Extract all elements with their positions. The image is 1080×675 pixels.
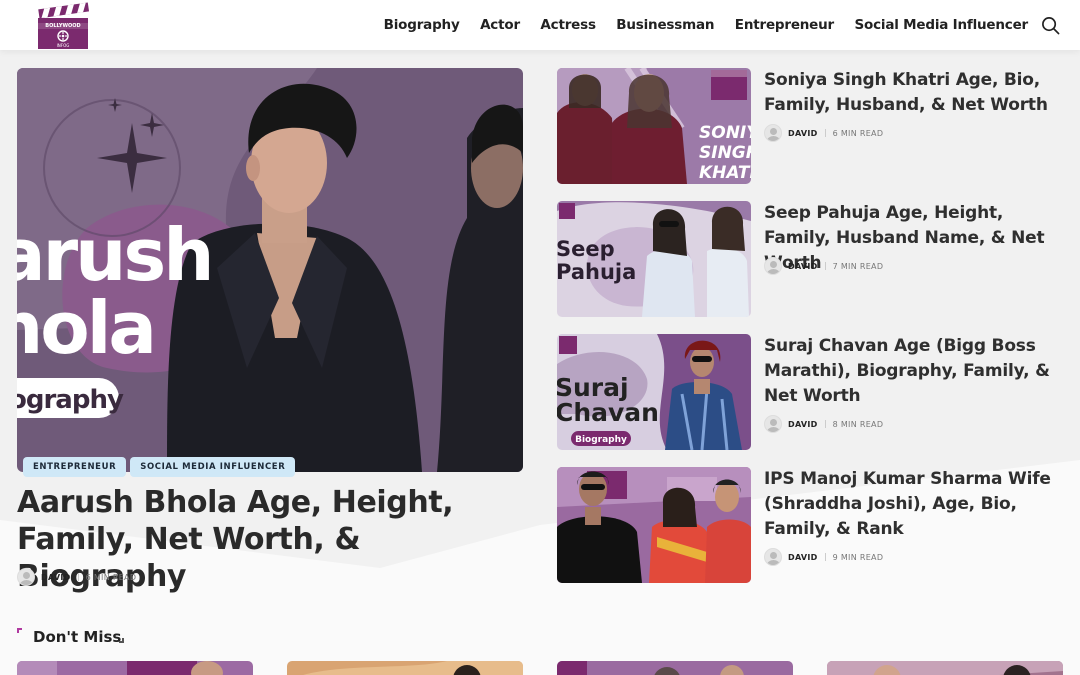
dont-miss-card-thumbnail[interactable] bbox=[17, 661, 253, 675]
svg-text:BOLLYWOOD: BOLLYWOOD bbox=[45, 23, 80, 29]
post-thumbnail[interactable]: Seep Pahuja bbox=[557, 201, 751, 317]
list-item: SONIYA SINGH KHATRI Soniya Singh Khatri … bbox=[557, 68, 1067, 185]
post-thumbnail[interactable]: Suraj Chavan Biography bbox=[557, 334, 751, 450]
author-avatar[interactable] bbox=[764, 257, 782, 275]
section-heading-dont-miss: Don't Miss bbox=[17, 628, 124, 646]
author-avatar[interactable] bbox=[764, 415, 782, 433]
read-time: 9 MIN READ bbox=[832, 552, 884, 562]
author-name[interactable]: DAVID bbox=[788, 420, 818, 429]
read-time: 7 MIN READ bbox=[832, 261, 884, 271]
meta-divider bbox=[824, 553, 826, 561]
svg-text:hola: hola bbox=[17, 286, 154, 370]
tag-entrepreneur[interactable]: ENTREPRENEUR bbox=[23, 457, 127, 477]
author-avatar[interactable] bbox=[17, 568, 35, 586]
nav-item-actress[interactable]: Actress bbox=[540, 17, 596, 33]
post-meta: DAVID 6 MIN READ bbox=[764, 124, 883, 142]
search-icon[interactable] bbox=[1041, 16, 1060, 35]
list-item: Suraj Chavan Biography Suraj Chavan Age … bbox=[557, 334, 1067, 451]
author-avatar[interactable] bbox=[764, 548, 782, 566]
nav-item-social-media-influencer[interactable]: Social Media Influencer bbox=[855, 17, 1029, 33]
nav-item-actor[interactable]: Actor bbox=[480, 17, 520, 33]
main-nav: Biography Actor Actress Businessman Entr… bbox=[363, 0, 1029, 50]
svg-text:Chavan: Chavan bbox=[557, 398, 659, 427]
heading-corner-accent bbox=[119, 638, 124, 643]
post-meta: DAVID 8 MIN READ bbox=[764, 415, 883, 433]
author-name[interactable]: DAVID bbox=[788, 262, 818, 271]
dont-miss-card-thumbnail[interactable] bbox=[827, 661, 1063, 675]
section-heading-label: Don't Miss bbox=[33, 628, 122, 646]
author-name[interactable]: DAVID bbox=[41, 573, 71, 582]
post-meta: DAVID 9 MIN READ bbox=[764, 548, 883, 566]
dont-miss-card-thumbnail[interactable] bbox=[287, 661, 523, 675]
post-meta: DAVID 7 MIN READ bbox=[764, 257, 883, 275]
svg-text:arush: arush bbox=[17, 213, 211, 297]
nav-item-entrepreneur[interactable]: Entrepreneur bbox=[735, 17, 834, 33]
post-thumbnail[interactable]: SONIYA SINGH KHATRI bbox=[557, 68, 751, 184]
svg-text:Biography: Biography bbox=[575, 435, 627, 445]
meta-divider bbox=[77, 573, 79, 581]
read-time: 6 MIN READ bbox=[85, 572, 137, 582]
meta-divider bbox=[824, 129, 826, 137]
dont-miss-card-thumbnail[interactable] bbox=[557, 661, 793, 675]
meta-divider bbox=[824, 420, 826, 428]
tag-social-media-influencer[interactable]: SOCIAL MEDIA INFLUENCER bbox=[130, 457, 296, 477]
heading-corner-accent bbox=[17, 628, 22, 633]
site-header: BOLLYWOOD INFOG Biography Actor Actress … bbox=[0, 0, 1080, 50]
featured-post-image[interactable]: arush hola ography bbox=[17, 68, 523, 472]
svg-text:SONIYA: SONIYA bbox=[699, 123, 751, 143]
author-name[interactable]: DAVID bbox=[788, 553, 818, 562]
author-name[interactable]: DAVID bbox=[788, 129, 818, 138]
post-title[interactable]: Soniya Singh Khatri Age, Bio, Family, Hu… bbox=[764, 68, 1070, 118]
post-title[interactable]: Suraj Chavan Age (Bigg Boss Marathi), Bi… bbox=[764, 334, 1070, 409]
site-logo[interactable]: BOLLYWOOD INFOG bbox=[37, 1, 89, 49]
svg-text:INFOG: INFOG bbox=[57, 43, 70, 48]
featured-post-meta: DAVID 6 MIN READ bbox=[17, 568, 136, 586]
svg-text:KHATRI: KHATRI bbox=[699, 163, 751, 183]
svg-text:Seep: Seep bbox=[557, 237, 615, 261]
nav-item-biography[interactable]: Biography bbox=[384, 17, 460, 33]
list-item: Seep Pahuja Seep Pahuja Age, Height, Fam… bbox=[557, 201, 1067, 318]
svg-text:SINGH: SINGH bbox=[699, 143, 751, 163]
nav-item-businessman[interactable]: Businessman bbox=[616, 17, 714, 33]
read-time: 8 MIN READ bbox=[832, 419, 884, 429]
meta-divider bbox=[824, 262, 826, 270]
featured-tags: ENTREPRENEUR SOCIAL MEDIA INFLUENCER bbox=[23, 457, 296, 477]
read-time: 6 MIN READ bbox=[832, 128, 884, 138]
svg-text:ography: ography bbox=[17, 385, 124, 415]
post-thumbnail[interactable] bbox=[557, 467, 751, 583]
author-avatar[interactable] bbox=[764, 124, 782, 142]
list-item: IPS Manoj Kumar Sharma Wife (Shraddha Jo… bbox=[557, 467, 1067, 584]
post-title[interactable]: IPS Manoj Kumar Sharma Wife (Shraddha Jo… bbox=[764, 467, 1070, 542]
svg-text:Pahuja: Pahuja bbox=[557, 260, 636, 284]
